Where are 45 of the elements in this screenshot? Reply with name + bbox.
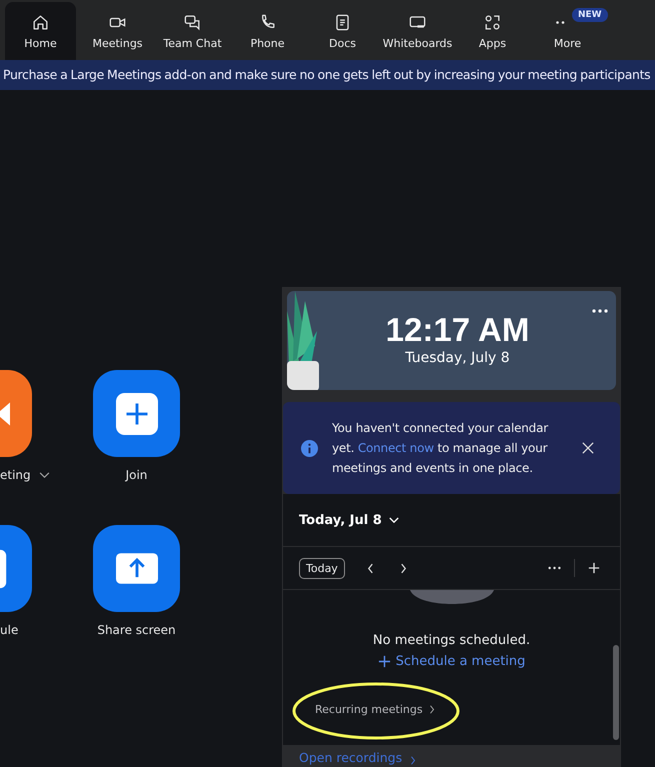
today-button[interactable]: Today [299,558,345,578]
date-heading[interactable]: Today, Jul 8 [299,512,382,528]
close-icon[interactable] [582,442,594,454]
clock-date: Tuesday, July 8 [405,350,510,366]
plus-icon [378,655,391,668]
chat-icon [183,12,202,32]
join-button[interactable] [93,370,180,457]
next-icon[interactable] [400,562,407,574]
nav-tab[interactable]: Meetings [80,2,155,60]
action-label: Share screen [97,623,176,637]
nav-tab[interactable]: Home [5,2,76,60]
scrollbar[interactable] [613,645,619,740]
nav-tab[interactable]: Apps [455,2,530,60]
more-icon [556,20,566,24]
notice-text: You haven't connected your calendar yet. Connect now to manage all your meetings and events in one place. [332,420,550,477]
action-label: ule [0,623,18,637]
nav-tab[interactable]: Team Chat [155,2,230,60]
plus-icon [116,392,158,434]
promo-banner: Purchase a Large Meetings add-on and make sure no one gets left out by increasing your meeting participants [0,60,655,90]
apps-icon [483,12,502,32]
share-button[interactable] [93,525,180,612]
nav-tab[interactable]: Phone [230,2,305,60]
empty-illustration-icon [410,590,494,604]
chevron-down-icon[interactable] [388,516,399,524]
chevron-right-icon [410,756,416,765]
empty-message: No meetings scheduled. [372,633,530,648]
recurring-meetings-link[interactable]: Recurring meetings [315,703,423,716]
more-icon[interactable] [592,309,608,313]
previous-icon[interactable] [366,562,374,574]
home-icon [31,12,50,32]
more-icon[interactable] [548,566,561,570]
info-icon [301,440,318,456]
chevron-right-icon [428,705,435,714]
nav-tab[interactable]: Whiteboards [380,2,455,60]
nav-tab[interactable]: Docs [305,2,380,60]
schedule-link[interactable]: Schedule a meeting [378,654,526,669]
clock-time: 12:17 AM [386,311,530,349]
chevron-down-icon [38,472,50,478]
upload-icon [116,553,158,584]
nav-tab[interactable]: NEW More [530,2,605,60]
action-label: Join [126,468,148,482]
connect-link[interactable]: Connect now [358,441,434,455]
plus-icon[interactable] [588,562,600,574]
new-badge: NEW [572,8,608,22]
action-label: eting [0,468,31,482]
